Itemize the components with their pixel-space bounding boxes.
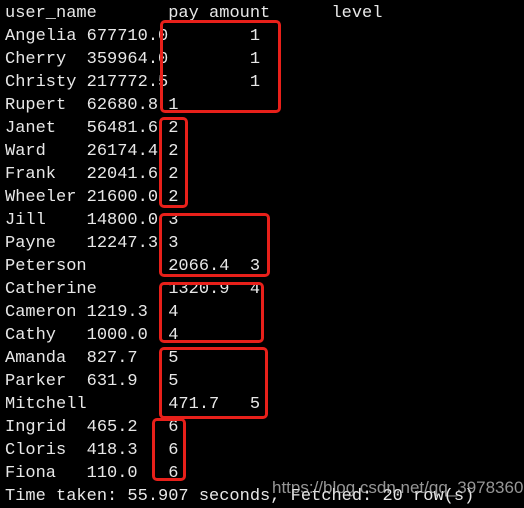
level-4-highlight-box	[159, 282, 264, 343]
level-2-highlight-box	[159, 117, 188, 208]
level-5-highlight-box	[159, 347, 268, 419]
cell-pay-amount: 26174.4	[86, 142, 159, 161]
cell-pay-amount: 12247.3	[86, 234, 159, 253]
level-3-highlight-box	[159, 213, 270, 277]
cell-user-name: Frank	[5, 165, 57, 184]
cell-user-name: Catherine	[5, 280, 97, 299]
cell-user-name: Cloris	[5, 441, 67, 460]
cell-user-name: Peterson	[5, 257, 87, 276]
cell-user-name: Payne	[5, 234, 57, 253]
cell-user-name: Cameron	[5, 303, 77, 322]
cell-pay-amount: 631.9	[86, 372, 138, 391]
cell-pay-amount: 1219.3	[86, 303, 148, 322]
cell-user-name: Jill	[5, 211, 46, 230]
header-level: level	[331, 4, 383, 23]
cell-pay-amount: 56481.6	[86, 119, 159, 138]
cell-user-name: Janet	[5, 119, 57, 138]
cell-pay-amount: 359964.0	[86, 50, 169, 69]
cell-user-name: Parker	[5, 372, 67, 391]
cell-pay-amount: 677710.0	[86, 27, 169, 46]
cell-user-name: Fiona	[5, 464, 57, 483]
terminal-window: user_name pay amount level Angelia 67771…	[0, 0, 524, 508]
cell-pay-amount: 22041.6	[86, 165, 159, 184]
cell-pay-amount: 110.0	[86, 464, 138, 483]
cell-pay-amount: 217772.5	[86, 73, 169, 92]
cell-user-name: Amanda	[5, 349, 67, 368]
cell-pay-amount: 465.2	[86, 418, 138, 437]
cell-pay-amount: 21600.0	[86, 188, 159, 207]
level-1-highlight-box	[160, 20, 281, 113]
table-row: Cloris 418.3 6	[5, 439, 474, 462]
table-row: Janet 56481.6 2	[5, 117, 474, 140]
cell-user-name: Mitchell	[5, 395, 87, 414]
cell-user-name: Ingrid	[5, 418, 67, 437]
cell-user-name: Rupert	[5, 96, 67, 115]
cell-pay-amount: 418.3	[86, 441, 138, 460]
table-row: Wheeler 21600.0 2	[5, 186, 474, 209]
cell-user-name: Christy	[5, 73, 77, 92]
cell-pay-amount: 827.7	[86, 349, 138, 368]
level-6-highlight-box	[152, 418, 186, 481]
cell-user-name: Cathy	[5, 326, 57, 345]
table-row: Ingrid 465.2 6	[5, 416, 474, 439]
cell-user-name: Ward	[5, 142, 46, 161]
cell-user-name: Cherry	[5, 50, 67, 69]
table-row: Ward 26174.4 2	[5, 140, 474, 163]
header-user-name: user_name	[5, 4, 97, 23]
cell-user-name: Angelia	[5, 27, 77, 46]
cell-pay-amount: 14800.0	[86, 211, 159, 230]
table-row: Frank 22041.6 2	[5, 163, 474, 186]
watermark: https://blog.csdn.net/qq_39783601	[272, 478, 524, 497]
cell-pay-amount: 62680.8	[86, 96, 159, 115]
cell-user-name: Wheeler	[5, 188, 77, 207]
cell-pay-amount: 1000.0	[86, 326, 148, 345]
